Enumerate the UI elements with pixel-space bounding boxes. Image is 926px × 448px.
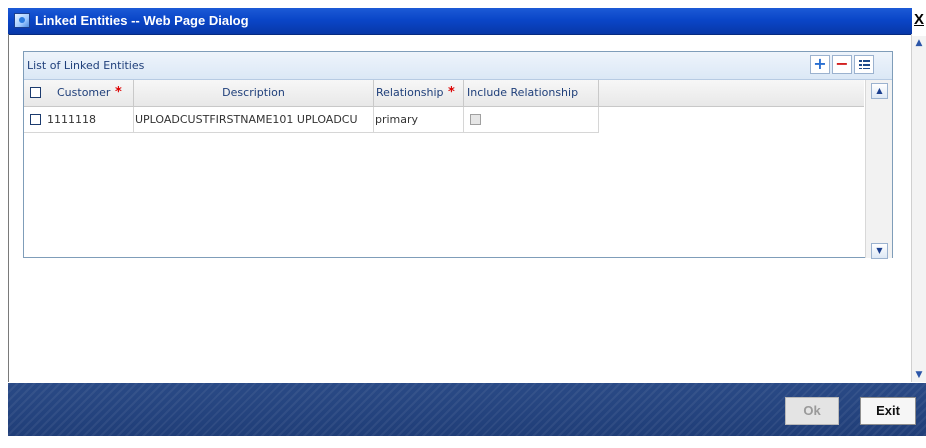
panel-header: List of Linked Entities + − — [24, 52, 892, 80]
ie-dialog-icon — [14, 13, 30, 28]
cell-customer: 1111118 — [24, 107, 134, 132]
column-header-description: Description — [134, 80, 374, 106]
column-header-relationship-label: Relationship — [376, 86, 444, 99]
table-row[interactable]: 1111118 UPLOADCUSTFIRSTNAME101 UPLOADCU … — [24, 107, 599, 133]
grid-scroll-down-icon[interactable]: ▼ — [871, 243, 888, 259]
delete-row-button[interactable]: − — [832, 55, 852, 74]
ok-button[interactable]: Ok — [785, 397, 839, 425]
include-relationship-checkbox[interactable] — [470, 114, 481, 125]
scroll-up-arrow-icon[interactable]: ▲ — [912, 36, 926, 50]
row-select-checkbox[interactable] — [30, 114, 41, 125]
column-header-relationship: Relationship * — [374, 80, 464, 106]
window-scrollbar[interactable]: ▲ ▼ — [912, 36, 926, 382]
cell-relationship: primary — [374, 107, 464, 132]
column-header-include-relationship-label: Include Relationship — [467, 86, 579, 99]
linked-entities-panel: List of Linked Entities + − Customer * D… — [23, 51, 893, 259]
grid-scroll-up-icon[interactable]: ▲ — [871, 83, 888, 99]
description-value: UPLOADCUSTFIRSTNAME101 UPLOADCU — [135, 113, 358, 126]
column-header-include-relationship: Include Relationship — [464, 80, 599, 106]
exit-button[interactable]: Exit — [860, 397, 916, 425]
scroll-down-arrow-icon[interactable]: ▼ — [912, 368, 926, 382]
relationship-value: primary — [375, 113, 419, 126]
close-icon[interactable]: X — [912, 12, 926, 28]
dialog-title-bar[interactable]: Linked Entities -- Web Page Dialog — [8, 8, 912, 35]
list-view-icon — [859, 60, 870, 69]
grid-scrollbar[interactable]: ▲ ▼ — [865, 80, 892, 259]
required-marker: * — [115, 85, 122, 100]
cell-include-relationship — [464, 107, 599, 132]
required-marker: * — [448, 85, 455, 100]
column-header-customer: Customer * — [24, 80, 134, 106]
select-all-checkbox[interactable] — [30, 87, 41, 98]
single-record-view-button[interactable] — [854, 55, 874, 74]
cell-description: UPLOADCUSTFIRSTNAME101 UPLOADCU — [134, 107, 374, 132]
table-header: Customer * Description Relationship * In… — [24, 80, 864, 107]
panel-caption: List of Linked Entities — [27, 59, 145, 72]
dialog-footer: Ok Exit — [8, 383, 926, 436]
add-row-button[interactable]: + — [810, 55, 830, 74]
column-header-customer-label: Customer — [57, 86, 111, 99]
customer-value: 1111118 — [47, 113, 96, 126]
column-header-description-label: Description — [222, 86, 285, 99]
dialog-title: Linked Entities -- Web Page Dialog — [35, 13, 249, 28]
